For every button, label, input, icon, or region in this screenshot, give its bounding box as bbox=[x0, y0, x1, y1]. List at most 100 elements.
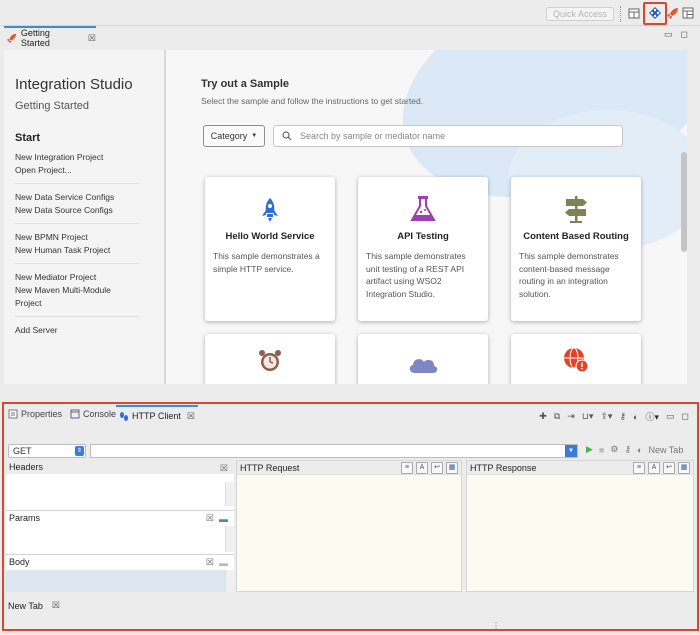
tab-properties[interactable]: Properties bbox=[8, 409, 62, 419]
new-integration-project-link[interactable]: New Integration Project bbox=[15, 151, 139, 164]
resize-grip-icon[interactable]: ⋮ bbox=[492, 621, 500, 630]
font-icon[interactable]: A bbox=[416, 462, 428, 474]
body-editor[interactable] bbox=[6, 570, 225, 592]
maximize-icon[interactable]: ◻ bbox=[682, 411, 689, 422]
main-toolbar: Quick Access bbox=[0, 0, 700, 26]
client-tab-label: New Tab bbox=[8, 600, 43, 611]
close-icon[interactable]: ☒ bbox=[206, 555, 214, 569]
body-label: Body bbox=[9, 557, 30, 567]
toggle-icon[interactable]: ◐ bbox=[637, 445, 642, 455]
hex-view-icon[interactable]: ▦ bbox=[678, 462, 690, 474]
close-icon[interactable]: ☒ bbox=[206, 511, 214, 525]
method-select[interactable]: GET ⇕ bbox=[8, 444, 86, 458]
rocket-perspective-icon[interactable] bbox=[664, 5, 680, 21]
params-label: Params bbox=[9, 513, 41, 523]
copy-icon[interactable]: ⧉ bbox=[554, 411, 560, 422]
page-scrollbar[interactable] bbox=[681, 152, 687, 252]
body-scrollbar[interactable] bbox=[225, 570, 234, 592]
sample-card-api-testing[interactable]: API Testing This sample demonstrates uni… bbox=[358, 177, 488, 321]
search-input[interactable] bbox=[300, 131, 600, 141]
folder-icon[interactable]: ▬ bbox=[219, 512, 228, 526]
new-mediator-project-link[interactable]: New Mediator Project bbox=[15, 271, 139, 284]
tab-label: Properties bbox=[21, 409, 63, 419]
tab-getting-started[interactable]: Getting Started ☒ bbox=[4, 26, 96, 48]
send-icon[interactable]: ▶ bbox=[586, 444, 593, 455]
close-icon[interactable]: ☒ bbox=[220, 461, 228, 475]
java-perspective-icon[interactable] bbox=[680, 5, 696, 21]
footprints-icon bbox=[120, 411, 128, 421]
view-tab-bar: Properties Console HTTP Client ☒ ✚ ⧉ ⇥ ⊔… bbox=[4, 404, 697, 426]
search-icon bbox=[282, 131, 292, 141]
request-label: HTTP Request bbox=[240, 463, 300, 473]
method-value: GET bbox=[13, 446, 32, 456]
tray-icon[interactable]: ⊔▾ bbox=[582, 411, 594, 422]
sample-card-hello-world[interactable]: Hello World Service This sample demonstr… bbox=[205, 177, 335, 321]
new-data-service-link[interactable]: New Data Service Configs bbox=[15, 191, 139, 204]
tab-http-client[interactable]: HTTP Client ☒ bbox=[116, 405, 198, 425]
close-icon[interactable]: ☒ bbox=[88, 33, 96, 44]
card-title: Hello World Service bbox=[225, 231, 315, 242]
wrap-icon[interactable]: ↩ bbox=[431, 462, 443, 474]
url-input[interactable]: ▼ bbox=[90, 444, 578, 458]
new-bpmn-project-link[interactable]: New BPMN Project bbox=[15, 231, 139, 244]
sample-card-content-routing[interactable]: Content Based Routing This sample demons… bbox=[511, 177, 641, 321]
signpost-icon bbox=[565, 196, 587, 223]
chevron-down-icon[interactable]: ▼ bbox=[565, 445, 577, 457]
new-tab-button[interactable]: New Tab bbox=[648, 445, 683, 455]
hex-view-icon[interactable]: ▦ bbox=[446, 462, 458, 474]
open-perspective-icon[interactable] bbox=[626, 5, 642, 21]
new-maven-project-link[interactable]: New Maven Multi-Module Project bbox=[15, 284, 139, 310]
text-view-icon[interactable]: ≡ bbox=[633, 462, 645, 474]
headers-label: Headers bbox=[9, 462, 44, 472]
headers-scrollbar[interactable] bbox=[225, 482, 234, 506]
flask-icon bbox=[410, 196, 436, 221]
folder-icon[interactable]: ▬ bbox=[219, 556, 228, 570]
pin-icon[interactable]: ⇥ bbox=[567, 411, 575, 422]
key-icon[interactable]: ⚷ bbox=[624, 444, 631, 455]
studio-subtitle: Getting Started bbox=[15, 100, 89, 112]
request-parts-column: Headers ☒ Params ☒ ▬ Body ☒ ▬ bbox=[6, 460, 234, 592]
close-icon[interactable]: ☒ bbox=[52, 600, 60, 611]
view-toolbar: ✚ ⧉ ⇥ ⊔▾ ⇪▾ ⚷ ◐ ⓘ▾ ▭ ◻ bbox=[539, 410, 689, 423]
sample-card[interactable] bbox=[511, 334, 641, 384]
stop-icon[interactable]: ■ bbox=[599, 445, 604, 455]
sample-search bbox=[273, 125, 623, 147]
tab-console[interactable]: Console bbox=[70, 409, 116, 419]
add-icon[interactable]: ✚ bbox=[539, 411, 547, 422]
close-icon[interactable]: ☒ bbox=[187, 411, 195, 422]
sample-card[interactable] bbox=[205, 334, 335, 384]
client-tab-new[interactable]: New Tab ☒ bbox=[8, 600, 60, 611]
link-group: New BPMN Project New Human Task Project bbox=[15, 231, 139, 264]
http-response-pane: HTTP Response ≡ A ↩ ▦ bbox=[466, 460, 694, 592]
editor-tab-bar: Getting Started ☒ ▭ ◻ bbox=[0, 26, 700, 48]
integration-perspective-icon[interactable] bbox=[647, 5, 663, 21]
quick-access-field[interactable]: Quick Access bbox=[546, 7, 614, 21]
toggle-icon[interactable]: ◐ bbox=[633, 412, 638, 422]
link-group: New Integration Project Open Project... bbox=[15, 151, 139, 184]
maximize-icon[interactable]: ◻ bbox=[681, 29, 688, 40]
samples-area: Try out a Sample Select the sample and f… bbox=[168, 50, 687, 384]
minimize-icon[interactable]: ▭ bbox=[666, 411, 675, 422]
new-data-source-link[interactable]: New Data Source Configs bbox=[15, 204, 139, 217]
sample-card[interactable] bbox=[358, 334, 488, 384]
tab-label: Console bbox=[83, 409, 117, 419]
minimize-icon[interactable]: ▭ bbox=[664, 29, 673, 40]
export-icon[interactable]: ⇪▾ bbox=[600, 411, 612, 422]
editor-window-controls: ▭ ◻ bbox=[664, 29, 688, 40]
wrap-icon[interactable]: ↩ bbox=[663, 462, 675, 474]
open-project-link[interactable]: Open Project... bbox=[15, 164, 139, 177]
key-icon[interactable]: ⚷ bbox=[619, 411, 626, 422]
text-view-icon[interactable]: ≡ bbox=[401, 462, 413, 474]
settings-icon[interactable]: ⚙ bbox=[610, 444, 618, 455]
add-server-link[interactable]: Add Server bbox=[15, 324, 139, 337]
params-scrollbar[interactable] bbox=[225, 526, 234, 552]
font-icon[interactable]: A bbox=[648, 462, 660, 474]
info-icon[interactable]: ⓘ▾ bbox=[645, 410, 659, 423]
card-description: This sample demonstrates a simple HTTP s… bbox=[213, 251, 320, 274]
card-description: This sample demonstrates content-based m… bbox=[519, 251, 619, 299]
new-human-task-link[interactable]: New Human Task Project bbox=[15, 244, 139, 257]
headers-header: Headers ☒ bbox=[6, 460, 234, 474]
request-bar: GET ⇕ ▼ ▶ ■ ⚙ ⚷ ◐ New Tab bbox=[8, 444, 694, 458]
alarm-clock-icon bbox=[259, 350, 281, 371]
category-dropdown[interactable]: Category ▼ bbox=[203, 125, 265, 147]
